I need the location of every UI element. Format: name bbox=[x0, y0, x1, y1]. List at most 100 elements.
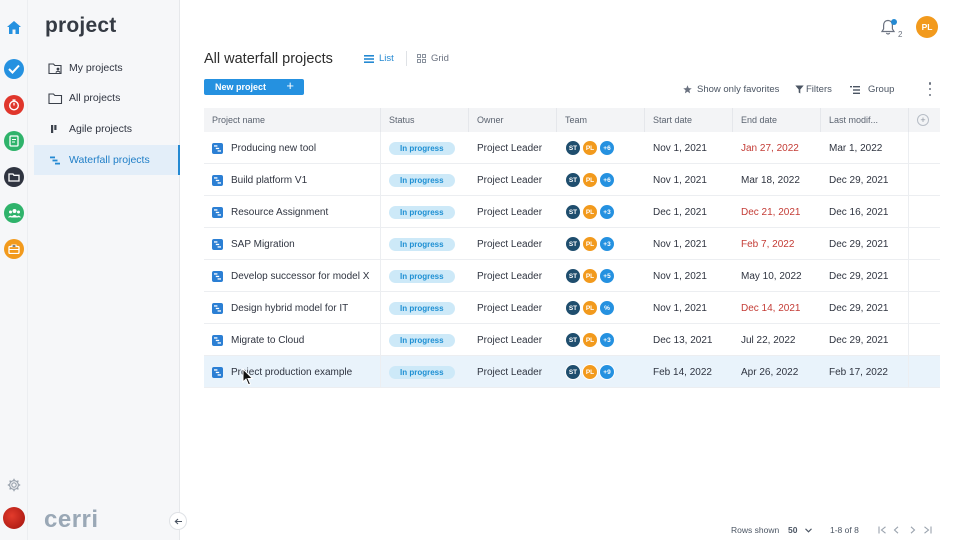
rows-shown-select[interactable]: 50 bbox=[788, 525, 813, 535]
cell-project-name[interactable]: Migrate to Cloud bbox=[204, 324, 381, 356]
cell-start-date: Dec 13, 2021 bbox=[645, 324, 733, 356]
plus-icon: + bbox=[286, 78, 294, 93]
cell-last-modified: Dec 29, 2021 bbox=[821, 292, 909, 324]
sidebar-item-agile-projects[interactable]: Agile projects bbox=[34, 114, 180, 144]
column-start-date[interactable]: Start date bbox=[645, 108, 733, 132]
team-avatars[interactable]: ST PL +6 bbox=[565, 140, 616, 156]
table-row[interactable]: Design hybrid model for IT In progress Pro… bbox=[204, 292, 940, 324]
waterfall-project-icon bbox=[212, 206, 223, 218]
team-more-count: +6 bbox=[599, 140, 615, 156]
cell-team[interactable]: ST PL +3 bbox=[557, 228, 645, 260]
column-project-name[interactable]: Project name bbox=[204, 108, 381, 132]
cell-team[interactable]: ST PL +6 bbox=[557, 132, 645, 164]
notifications-bell-icon[interactable] bbox=[880, 19, 900, 39]
cell-project-name[interactable]: Build platform V1 bbox=[204, 164, 381, 196]
cell-project-name[interactable]: Producing new tool bbox=[204, 132, 381, 164]
next-page-icon[interactable] bbox=[908, 524, 918, 536]
column-team[interactable]: Team bbox=[557, 108, 645, 132]
cell-team[interactable]: ST PL +3 bbox=[557, 196, 645, 228]
table-row[interactable]: Develop successor for model X In progress… bbox=[204, 260, 940, 292]
tab-list[interactable]: List bbox=[364, 53, 394, 64]
group-button[interactable]: Group bbox=[850, 84, 894, 95]
document-icon[interactable] bbox=[4, 131, 24, 151]
sidebar-item-label: My projects bbox=[69, 62, 123, 74]
add-column-icon[interactable]: + bbox=[917, 114, 929, 126]
timer-icon[interactable] bbox=[4, 95, 24, 115]
team-member-avatar: PL bbox=[582, 172, 598, 188]
home-icon[interactable] bbox=[4, 17, 24, 37]
column-last-modified[interactable]: Last modif... bbox=[821, 108, 909, 132]
cell-team[interactable]: ST PL +6 bbox=[557, 164, 645, 196]
table-row[interactable]: Build platform V1 In progress Project Lead… bbox=[204, 164, 940, 196]
first-page-icon[interactable] bbox=[877, 524, 887, 536]
status-badge: In progress bbox=[389, 301, 455, 315]
briefcase-icon[interactable] bbox=[4, 239, 24, 259]
owner-name: Project Leader bbox=[477, 270, 543, 282]
cell-project-name[interactable]: Develop successor for model X bbox=[204, 260, 381, 292]
sidebar-item-my-projects[interactable]: My projects bbox=[34, 53, 180, 83]
waterfall-project-icon bbox=[212, 366, 223, 378]
show-favorites-toggle[interactable]: Show only favorites bbox=[683, 84, 779, 95]
cell-project-name[interactable]: Design hybrid model for IT bbox=[204, 292, 381, 324]
table-row[interactable]: Project production example In progress Pro… bbox=[204, 356, 940, 388]
tab-grid[interactable]: Grid bbox=[417, 53, 449, 64]
team-avatars[interactable]: ST PL% bbox=[565, 300, 616, 316]
cell-team[interactable]: ST PL +3 bbox=[557, 324, 645, 356]
last-modified-date: Dec 29, 2021 bbox=[829, 270, 889, 282]
previous-page-icon[interactable] bbox=[891, 524, 901, 536]
cell-status: In progress bbox=[381, 132, 469, 164]
cell-team[interactable]: ST PL +5 bbox=[557, 260, 645, 292]
table-row[interactable]: Resource Assignment In progress Project Le… bbox=[204, 196, 940, 228]
cell-project-name[interactable]: Project production example bbox=[204, 356, 381, 388]
owner-name: Project Leader bbox=[477, 334, 543, 346]
last-modified-date: Dec 16, 2021 bbox=[829, 206, 889, 218]
settings-icon[interactable] bbox=[4, 475, 24, 495]
end-date: Jul 22, 2022 bbox=[741, 334, 796, 346]
team-avatars[interactable]: ST PL +3 bbox=[565, 236, 616, 252]
sidebar-item-all-projects[interactable]: All projects bbox=[34, 83, 180, 113]
sidebar-item-waterfall-projects[interactable]: Waterfall projects bbox=[34, 145, 180, 175]
team-avatars[interactable]: ST PL +9 bbox=[565, 364, 616, 380]
cell-empty bbox=[909, 260, 940, 292]
team-avatars[interactable]: ST PL +3 bbox=[565, 332, 616, 348]
cell-empty bbox=[909, 292, 940, 324]
table-row[interactable]: SAP Migration In progress Project Leader ST… bbox=[204, 228, 940, 260]
check-icon[interactable] bbox=[4, 59, 24, 79]
team-member-avatar: ST bbox=[565, 300, 581, 316]
cell-status: In progress bbox=[381, 164, 469, 196]
collapse-sidebar-button[interactable] bbox=[169, 512, 187, 530]
new-project-button[interactable]: New project + bbox=[204, 78, 304, 95]
team-icon[interactable] bbox=[4, 203, 24, 223]
folder-icon[interactable] bbox=[4, 167, 24, 187]
cell-team[interactable]: ST PL% bbox=[557, 292, 645, 324]
end-date: Dec 21, 2021 bbox=[741, 206, 801, 218]
column-status[interactable]: Status bbox=[381, 108, 469, 132]
waterfall-project-icon bbox=[212, 142, 223, 154]
team-avatars[interactable]: ST PL +3 bbox=[565, 204, 616, 220]
cell-last-modified: Dec 29, 2021 bbox=[821, 228, 909, 260]
more-options-icon[interactable] bbox=[927, 82, 933, 96]
end-date: Mar 18, 2022 bbox=[741, 174, 800, 186]
team-avatars[interactable]: ST PL +5 bbox=[565, 268, 616, 284]
filters-button[interactable]: Filters bbox=[795, 84, 832, 95]
owner-name: Project Leader bbox=[477, 142, 543, 154]
table-row[interactable]: Producing new tool In progress Project Lea… bbox=[204, 132, 940, 164]
team-more-count: % bbox=[599, 300, 615, 316]
waterfall-project-icon bbox=[212, 174, 223, 186]
last-page-icon[interactable] bbox=[922, 524, 932, 536]
column-owner[interactable]: Owner bbox=[469, 108, 557, 132]
user-avatar[interactable] bbox=[3, 507, 25, 529]
team-more-count: +5 bbox=[599, 268, 615, 284]
cell-team[interactable]: ST PL +9 bbox=[557, 356, 645, 388]
sidebar: project My projects All projects Agile p… bbox=[28, 0, 187, 540]
cell-empty bbox=[909, 356, 940, 388]
column-end-date[interactable]: End date bbox=[733, 108, 821, 132]
table-row[interactable]: Migrate to Cloud In progress Project Leade… bbox=[204, 324, 940, 356]
user-avatar[interactable]: PL bbox=[916, 16, 938, 38]
cell-project-name[interactable]: SAP Migration bbox=[204, 228, 381, 260]
cell-project-name[interactable]: Resource Assignment bbox=[204, 196, 381, 228]
team-avatars[interactable]: ST PL +6 bbox=[565, 172, 616, 188]
waterfall-icon bbox=[47, 152, 63, 168]
last-modified-date: Dec 29, 2021 bbox=[829, 238, 889, 250]
cell-owner: Project Leader bbox=[469, 260, 557, 292]
